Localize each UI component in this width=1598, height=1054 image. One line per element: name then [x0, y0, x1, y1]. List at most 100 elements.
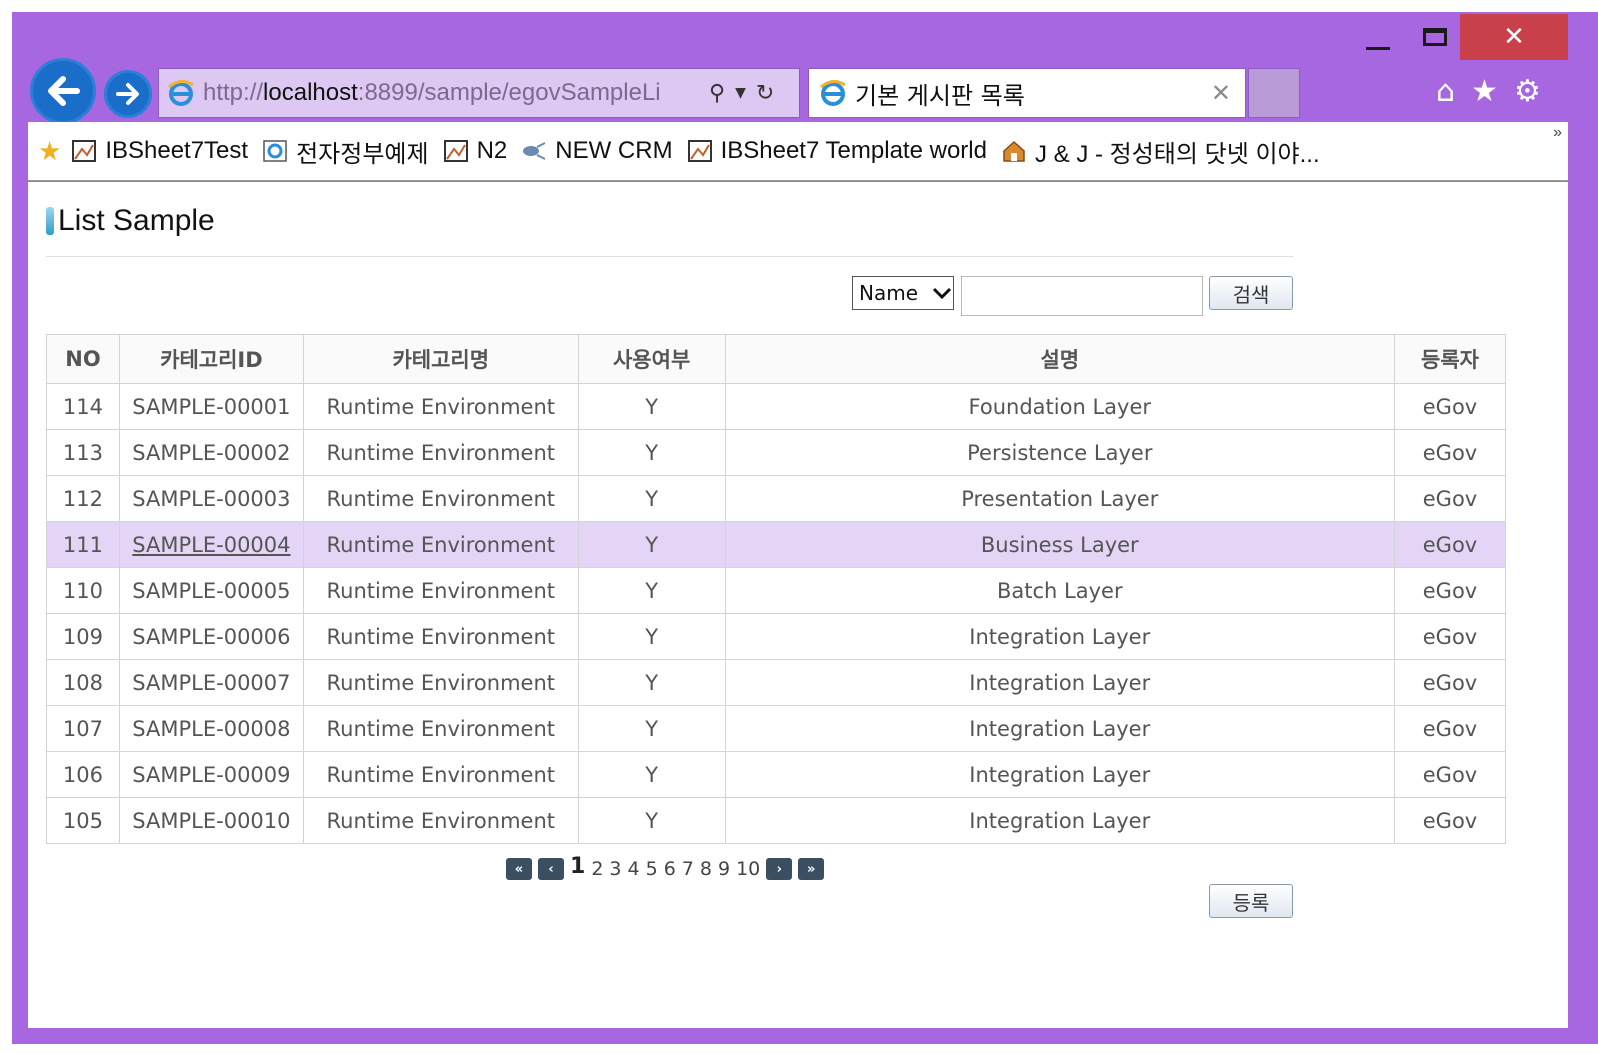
header-registrant[interactable]: 등록자	[1394, 334, 1506, 384]
tab-board-list[interactable]: 기본 게시판 목록 ✕	[808, 68, 1246, 118]
image-icon	[687, 140, 712, 162]
cell-name: Runtime Environment	[302, 705, 579, 752]
arrow-right-icon	[116, 83, 139, 105]
close-window-button[interactable]: ✕	[1460, 14, 1568, 60]
cell-no: 112	[46, 475, 120, 522]
back-button[interactable]	[30, 58, 96, 124]
title-divider	[46, 256, 1294, 257]
prev-page-button[interactable]: ‹	[538, 858, 564, 880]
page-number[interactable]: 5	[646, 858, 658, 880]
cell-id-link[interactable]: SAMPLE-00004	[118, 521, 304, 568]
new-tab-button[interactable]	[1248, 68, 1300, 118]
search-button[interactable]: 검색	[1209, 276, 1293, 310]
header-category-name[interactable]: 카테고리명	[302, 334, 579, 384]
page-number[interactable]: 9	[718, 858, 730, 880]
forward-button[interactable]	[104, 70, 152, 118]
title-bar-icon	[46, 207, 54, 235]
cell-id[interactable]: SAMPLE-00007	[118, 659, 304, 706]
gear-icon[interactable]: ⚙	[1514, 74, 1541, 109]
favorite-item[interactable]: J & J - 정성태의 닷넷 이야...	[1001, 134, 1320, 169]
page-number[interactable]: 7	[682, 858, 694, 880]
search-type-select[interactable]: Name	[852, 276, 954, 310]
maximize-icon	[1423, 28, 1447, 46]
favorite-item[interactable]: N2	[443, 137, 507, 165]
cell-id[interactable]: SAMPLE-00001	[118, 383, 304, 430]
table-row[interactable]: 105 SAMPLE-00010 Runtime Environment Y Integ…	[46, 797, 1506, 844]
cell-id[interactable]: SAMPLE-00010	[118, 797, 304, 844]
cell-id[interactable]: SAMPLE-00009	[118, 751, 304, 798]
cell-id[interactable]: SAMPLE-00006	[118, 613, 304, 660]
page-number[interactable]: 6	[664, 858, 676, 880]
url-text[interactable]: http://localhost:8899/sample/egovSampleL…	[203, 79, 705, 107]
close-tab-icon[interactable]: ✕	[1211, 79, 1231, 107]
table-row[interactable]: 109 SAMPLE-00006 Runtime Environment Y Integ…	[46, 613, 1506, 660]
cell-desc: Integration Layer	[724, 613, 1396, 660]
first-page-button[interactable]: «	[506, 858, 532, 880]
table-row[interactable]: 113 SAMPLE-00002 Runtime Environment Y Persi…	[46, 429, 1506, 476]
search-input[interactable]	[961, 276, 1203, 316]
tab-title: 기본 게시판 목록	[855, 81, 1025, 110]
table-row[interactable]: 114 SAMPLE-00001 Runtime Environment Y Found…	[46, 383, 1506, 430]
cell-reg: eGov	[1394, 567, 1506, 614]
address-bar[interactable]: http://localhost:8899/sample/egovSampleL…	[158, 68, 800, 118]
last-page-button[interactable]: »	[798, 858, 825, 880]
crm-icon	[523, 142, 546, 160]
maximize-button[interactable]	[1412, 14, 1458, 60]
cell-id[interactable]: SAMPLE-00008	[118, 705, 304, 752]
table-row[interactable]: 106 SAMPLE-00009 Runtime Environment Y Integ…	[46, 751, 1506, 798]
home-icon[interactable]: ⌂	[1436, 74, 1455, 109]
favorite-item[interactable]: IBSheet7 Template world	[687, 137, 987, 165]
header-use[interactable]: 사용여부	[577, 334, 726, 384]
minimize-button[interactable]	[1355, 14, 1401, 60]
favorite-item[interactable]: NEW CRM	[521, 137, 673, 165]
cell-id[interactable]: SAMPLE-00002	[118, 429, 304, 476]
page-number[interactable]: 4	[628, 858, 640, 880]
chevron-down-icon[interactable]: ▼	[735, 85, 746, 101]
header-description[interactable]: 설명	[724, 334, 1396, 384]
cell-desc: Integration Layer	[724, 797, 1396, 844]
page-number-current[interactable]: 1	[570, 854, 585, 879]
cell-use: Y	[577, 429, 726, 476]
page-number[interactable]: 10	[736, 858, 760, 880]
header-no[interactable]: NO	[46, 334, 120, 384]
search-icon[interactable]: ⚲	[709, 81, 725, 106]
next-page-button[interactable]: ›	[766, 858, 793, 880]
category-id-link[interactable]: SAMPLE-00004	[132, 533, 290, 557]
cell-id[interactable]: SAMPLE-00003	[118, 475, 304, 522]
cell-reg: eGov	[1394, 475, 1506, 522]
cell-no: 110	[46, 567, 120, 614]
table-header-row: NO 카테고리ID 카테고리명 사용여부 설명 등록자	[46, 334, 1506, 384]
page-number[interactable]: 3	[609, 858, 621, 880]
cell-name: Runtime Environment	[302, 429, 579, 476]
cell-desc: Batch Layer	[724, 567, 1396, 614]
cell-use: Y	[577, 383, 726, 430]
table-row[interactable]: 110 SAMPLE-00005 Runtime Environment Y Batch…	[46, 567, 1506, 614]
cell-name: Runtime Environment	[302, 659, 579, 706]
chevron-right-icon[interactable]: »	[1553, 124, 1562, 142]
cell-reg: eGov	[1394, 613, 1506, 660]
cell-name: Runtime Environment	[302, 383, 579, 430]
favorite-item[interactable]: IBSheet7Test	[71, 137, 248, 165]
cell-no: 106	[46, 751, 120, 798]
cell-name: Runtime Environment	[302, 521, 579, 568]
cell-id[interactable]: SAMPLE-00005	[118, 567, 304, 614]
chevron-down-icon	[932, 287, 952, 300]
favorite-item[interactable]: 전자정부예제	[262, 134, 429, 169]
table-row[interactable]: 112 SAMPLE-00003 Runtime Environment Y Prese…	[46, 475, 1506, 522]
refresh-icon[interactable]: ↻	[756, 81, 774, 106]
cell-use: Y	[577, 475, 726, 522]
header-category-id[interactable]: 카테고리ID	[118, 334, 304, 384]
ie-icon	[820, 80, 846, 106]
page-number[interactable]: 2	[591, 858, 603, 880]
cell-desc: Business Layer	[724, 521, 1396, 568]
table-row-hovered[interactable]: 111 SAMPLE-00004 Runtime Environment Y Busin…	[46, 521, 1506, 568]
register-button[interactable]: 등록	[1209, 884, 1293, 918]
cell-reg: eGov	[1394, 751, 1506, 798]
table-row[interactable]: 107 SAMPLE-00008 Runtime Environment Y Integ…	[46, 705, 1506, 752]
page-number[interactable]: 8	[700, 858, 712, 880]
favorites-star-icon[interactable]: ★	[38, 136, 61, 167]
close-icon: ✕	[1503, 22, 1525, 52]
table-row[interactable]: 108 SAMPLE-00007 Runtime Environment Y Integ…	[46, 659, 1506, 706]
star-icon[interactable]: ★	[1471, 74, 1498, 109]
page-content: List Sample Name 검색 NO 카테고리ID 카테고리명 사용여부…	[28, 182, 1568, 1028]
